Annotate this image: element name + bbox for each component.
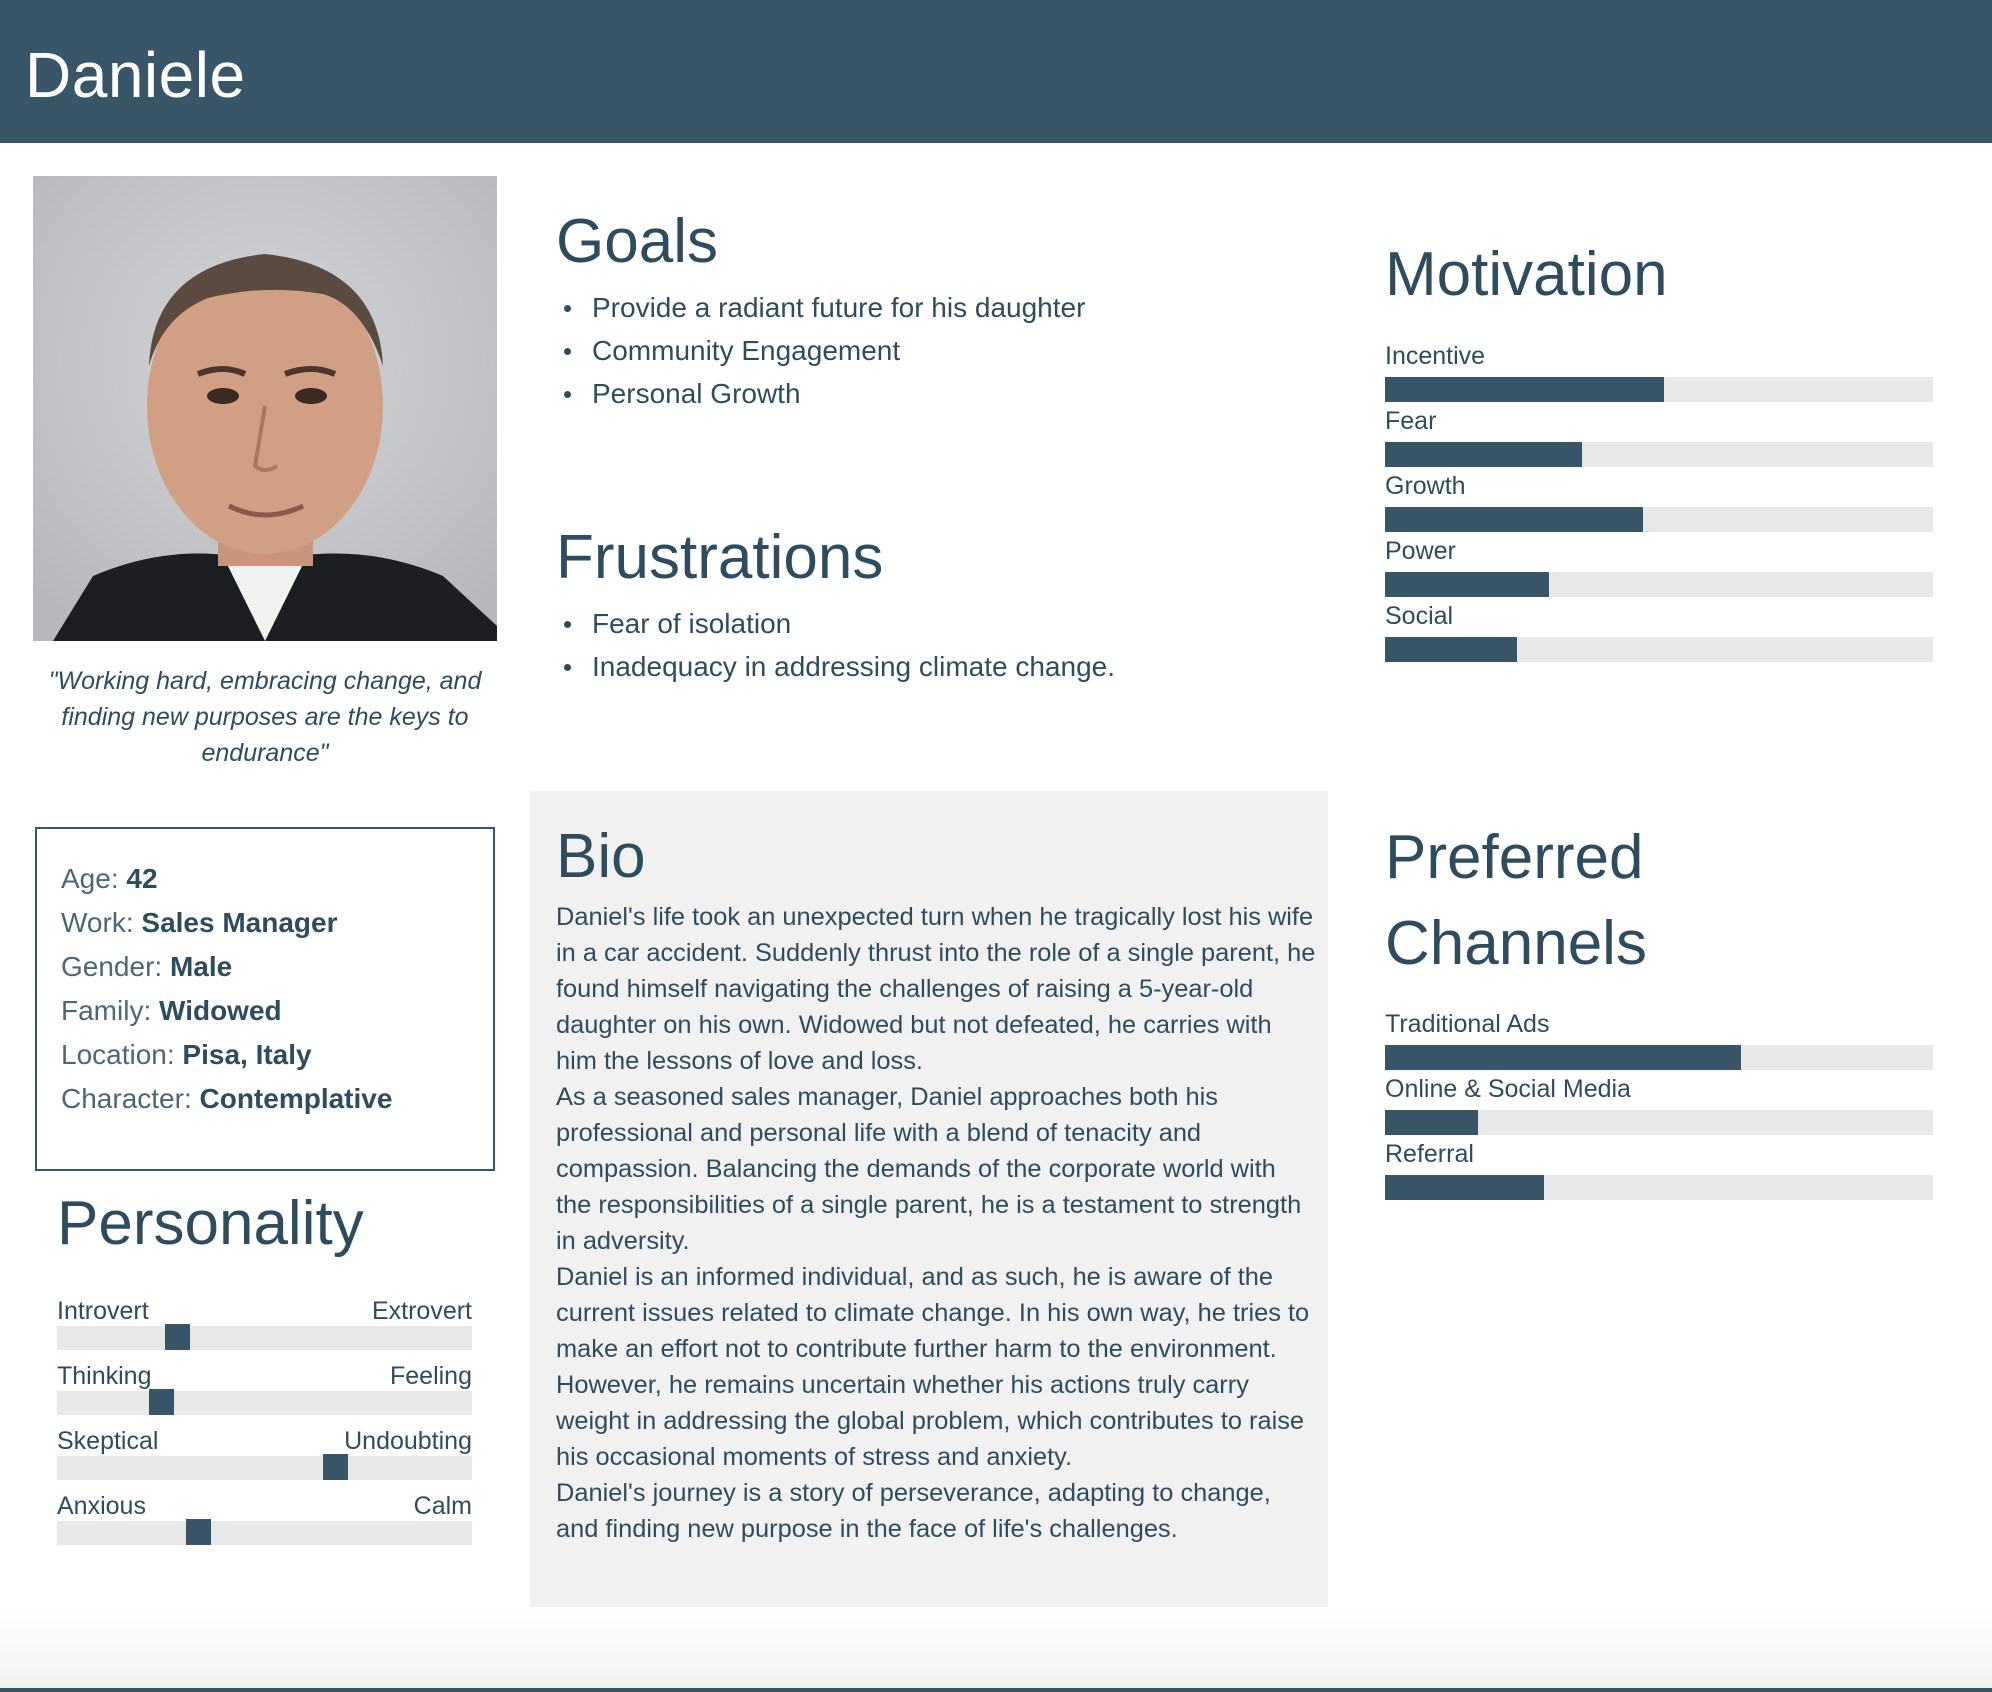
bar-fill [1385,1110,1479,1135]
trait-marker [165,1324,191,1350]
personality-item: Introvert Extrovert [57,1296,472,1361]
info-family: Family: Widowed [61,995,282,1026]
trait-track [57,1324,472,1350]
trait-track [57,1389,472,1415]
bar-label: Social [1385,602,1454,630]
trait-marker [148,1389,174,1415]
bar-fill [1385,572,1550,597]
trait-track [57,1454,472,1480]
footer-divider [0,1688,1992,1692]
trait-track [57,1519,472,1545]
info-work: Work: Sales Manager [61,907,338,938]
motivation-item: Social [1385,601,1933,666]
personality-title: Personality [57,1189,364,1258]
bar-label: Fear [1385,407,1437,435]
goal-item: Provide a radiant future for his daughte… [556,286,1085,329]
persona-quote: "Working hard, embracing change, and fin… [48,667,482,767]
portrait-illustration [33,176,497,641]
info-gender: Gender: Male [61,951,233,982]
frustrations-list: Fear of isolation Inadequacy in addressi… [556,602,1115,688]
info-age: Age: 42 [61,863,158,894]
motivation-item: Growth [1385,471,1933,536]
persona-name: Daniele [25,39,246,111]
goal-item: Personal Growth [556,372,1085,415]
goals-title: Goals [556,207,718,276]
bar-track [1385,377,1933,402]
personality-item: Anxious Calm [57,1491,472,1556]
bio-paragraph: Daniel is an informed individual, and as… [556,1263,1310,1471]
motivation-bars: Incentive Fear Growth Power Social [1385,341,1933,666]
channels-title-line1: Preferred [1385,823,1644,892]
bio-paragraph: As a seasoned sales manager, Daniel appr… [556,1083,1302,1255]
bar-fill [1385,507,1643,532]
bar-track [1385,507,1933,532]
trait-left-label: Thinking [57,1362,152,1390]
frustration-item: Fear of isolation [556,602,1115,645]
bio-paragraph: Daniel's journey is a story of persevera… [556,1479,1271,1543]
bar-track [1385,1175,1933,1200]
info-character: Character: Contemplative [61,1083,393,1114]
bar-label: Online & Social Media [1385,1075,1631,1103]
channel-item: Traditional Ads [1385,1009,1933,1074]
channels-title-line2: Channels [1385,909,1647,978]
footer-fade [0,1610,1992,1692]
goal-item: Community Engagement [556,329,1085,372]
trait-right-label: Calm [413,1492,472,1520]
persona-photo [33,176,497,641]
bar-track [1385,637,1933,662]
trait-left-label: Introvert [57,1297,149,1325]
bar-fill [1385,637,1517,662]
channel-bars: Traditional Ads Online & Social Media Re… [1385,1009,1933,1204]
bar-label: Traditional Ads [1385,1010,1550,1038]
page-header: Daniele [0,0,1992,143]
bar-track [1385,1045,1933,1070]
bar-label: Referral [1385,1140,1474,1168]
channel-item: Online & Social Media [1385,1074,1933,1139]
bar-track [1385,572,1933,597]
personality-item: Thinking Feeling [57,1361,472,1426]
demographics-box: Age: 42 Work: Sales Manager Gender: Male… [35,827,495,1171]
trait-marker [186,1519,212,1545]
personality-sliders: Introvert Extrovert Thinking Feeling Ske… [57,1296,472,1556]
channel-item: Referral [1385,1139,1933,1204]
frustration-item: Inadequacy in addressing climate change. [556,645,1115,688]
trait-left-label: Skeptical [57,1427,159,1455]
bar-label: Incentive [1385,342,1486,370]
frustrations-title: Frustrations [556,523,884,592]
trait-marker [323,1454,349,1480]
bar-track [1385,442,1933,467]
bar-fill [1385,1045,1742,1070]
trait-left-label: Anxious [57,1492,146,1520]
trait-right-label: Feeling [390,1362,472,1390]
info-location: Location: Pisa, Italy [61,1039,312,1070]
personality-item: Skeptical Undoubting [57,1426,472,1491]
bio-text: Daniel's life took an unexpected turn wh… [556,899,1316,1547]
bar-label: Power [1385,537,1456,565]
motivation-item: Incentive [1385,341,1933,406]
bio-title: Bio [556,822,646,891]
bio-panel: Bio Daniel's life took an unexpected tur… [530,791,1328,1607]
motivation-item: Fear [1385,406,1933,471]
motivation-title: Motivation [1385,240,1668,309]
trait-right-label: Undoubting [344,1427,472,1455]
bar-fill [1385,377,1665,402]
bar-fill [1385,442,1583,467]
goals-list: Provide a radiant future for his daughte… [556,286,1085,415]
trait-right-label: Extrovert [371,1297,472,1325]
bar-label: Growth [1385,472,1466,500]
bar-fill [1385,1175,1544,1200]
bar-track [1385,1110,1933,1135]
bio-paragraph: Daniel's life took an unexpected turn wh… [556,903,1316,1075]
motivation-item: Power [1385,536,1933,601]
